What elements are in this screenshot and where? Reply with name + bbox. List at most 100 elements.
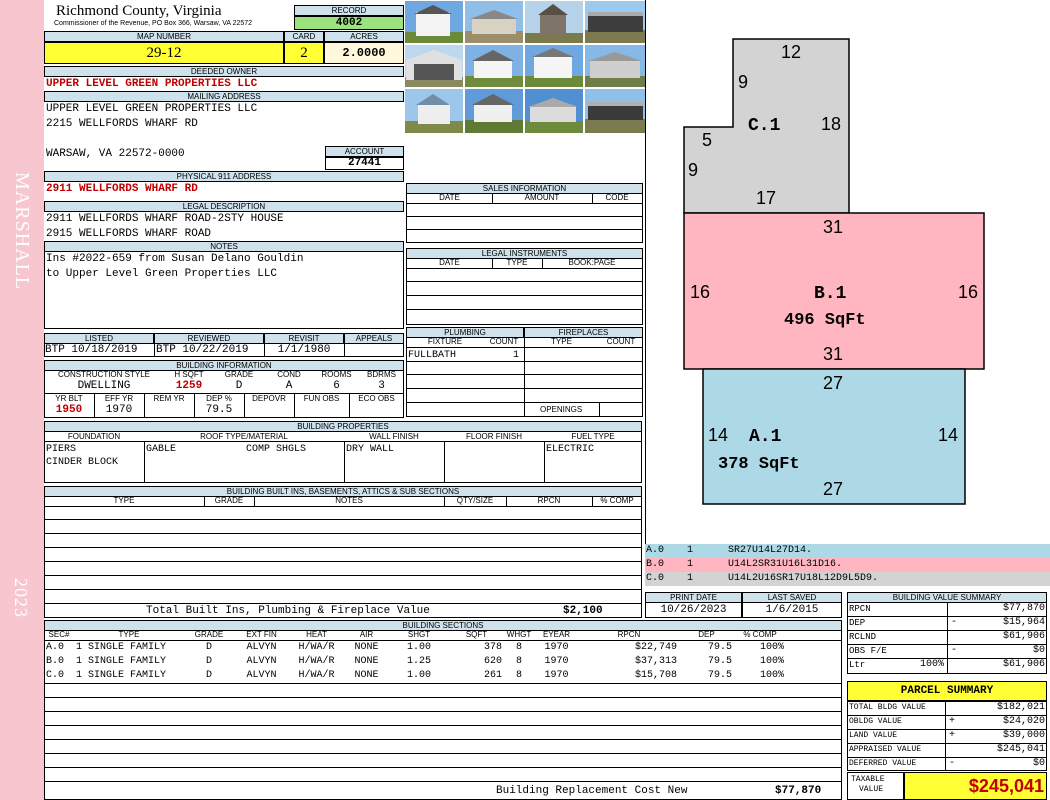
section-cell-heat: H/WA/R (298, 670, 335, 681)
account-label: ACCOUNT (325, 146, 404, 157)
openings-label: OPENINGS (540, 405, 583, 414)
cond-label: COND (277, 370, 301, 379)
wall-label: WALL FINISH (369, 432, 419, 441)
photo-6 (465, 45, 523, 87)
vector-code: U14L2SR31U16L31D16. (728, 559, 843, 570)
section-col-header: RPCN (617, 630, 641, 639)
section-col-header: GRADE (194, 630, 224, 639)
section-col-header: SEC# (48, 630, 70, 639)
fuel-label: FUEL TYPE (571, 432, 615, 441)
cond-value: A (285, 380, 293, 392)
section-cell-rpcn: $15,708 (634, 670, 677, 681)
section-col-header: SHGT (407, 630, 431, 639)
map-number: 29-12 (44, 42, 284, 64)
bvs-ltr: $61,906 (1002, 659, 1045, 670)
deeded-owner: UPPER LEVEL GREEN PROPERTIES LLC (46, 78, 258, 90)
construction-style: DWELLING (77, 380, 131, 392)
roof-material: COMP SHGLS (246, 444, 307, 455)
last-saved: 1/6/2015 (742, 602, 842, 618)
acres-label: ACRES (324, 31, 404, 42)
sections-header: SEC# TYPE GRADE EXT FIN HEAT AIR SHGT SQFT WHGT E… (44, 630, 842, 640)
sidebar: MARSHALL 2023 (0, 0, 44, 800)
sales-col-code: CODE (605, 193, 629, 202)
sales-col-amount: AMOUNT (524, 193, 560, 202)
c-step-dim: 9 (738, 72, 748, 92)
ecoobs-label: ECO OBS (358, 394, 395, 403)
section-cell-rpcn: $22,749 (634, 642, 677, 653)
legal-line-1: 2911 WELLFORDS WHARF ROAD-2STY HOUSE (46, 213, 284, 225)
land-label: LAND VALUE (849, 731, 898, 740)
section-cell-dep: 79.5 (707, 642, 732, 653)
notes-line-1: Ins #2022-659 from Susan Delano Gouldin (46, 253, 304, 265)
photo-9 (405, 89, 463, 133)
taxable-value: $245,041 (904, 772, 1047, 800)
land-value: $39,000 (1002, 730, 1045, 741)
section-col-header: DEP (698, 630, 715, 639)
fixture-label: FIXTURE (427, 337, 463, 346)
b-label: B.1 (814, 284, 847, 304)
bvs-ltr-pct: 100% (919, 659, 944, 670)
table-row: B.0 1 SINGLE FAMILY D ALVYN H/WA/R NONE 1.25 62… (44, 655, 842, 669)
bvs-dep-sign: - (951, 617, 958, 628)
section-cell-heat: H/WA/R (298, 642, 335, 653)
section-cell-grade: D (205, 670, 212, 681)
heated-sqft: 1259 (175, 380, 203, 392)
b-left-dim: 16 (690, 282, 710, 302)
notes-line-2: to Upper Level Green Properties LLC (46, 268, 278, 280)
builtins-total-value: $2,100 (563, 605, 603, 617)
bdrms-label: BDRMS (367, 370, 396, 379)
district-label: MARSHALL (11, 172, 33, 291)
legal-label: LEGAL DESCRIPTION (44, 201, 404, 212)
b-top-dim: 31 (823, 217, 843, 237)
section-cell-heat: H/WA/R (298, 656, 335, 667)
section-cell-eyear: 1970 (544, 642, 569, 653)
commissioner-address: Commissioner of the Revenue, PO Box 366,… (54, 20, 253, 27)
bvs-rpcn: $77,870 (1002, 603, 1045, 614)
bvs-obs: $0 (1032, 645, 1045, 656)
b-right-dim: 16 (958, 282, 978, 302)
vector-sec: A.0 (646, 545, 665, 556)
section-col-header: WHGT (506, 630, 532, 639)
bvs-rclnd: $61,906 (1002, 631, 1045, 642)
depovr-label: DEPOVR (252, 394, 286, 403)
plumb-count-label: COUNT (489, 337, 519, 346)
card-number: 2 (284, 42, 324, 64)
instr-col-date: DATE (439, 258, 460, 267)
photo-7 (525, 45, 583, 87)
vector-row-a: A.0 1 SR27U14L27D14. (645, 544, 1050, 558)
taxable-label-1: TAXABLE (851, 775, 885, 784)
account-number: 27441 (325, 157, 404, 170)
card-label: CARD (284, 31, 324, 42)
section-cell-whgt: 8 (515, 670, 522, 681)
listed-value: BTP 10/18/2019 (45, 344, 138, 356)
yrblt-label: YR BLT (55, 394, 83, 403)
mailing-line-1: UPPER LEVEL GREEN PROPERTIES LLC (46, 103, 258, 115)
section-cell-type: 1 SINGLE FAMILY (76, 656, 167, 667)
map-number-label: MAP NUMBER (44, 31, 284, 42)
section-col-header: SQFT (465, 630, 488, 639)
mailing-line-3: WARSAW, VA 22572-0000 (46, 148, 185, 160)
funobs-label: FUN OBS (303, 394, 340, 403)
section-cell-shgt: 1.00 (406, 642, 431, 653)
section-cell-grade: D (205, 642, 212, 653)
land-sign: + (949, 730, 956, 741)
photo-8 (585, 45, 645, 87)
a-right-dim: 14 (938, 425, 958, 445)
dep-percent: 79.5 (205, 404, 233, 416)
photo-12 (585, 89, 645, 133)
section-cell-sec: A.0 (46, 642, 65, 653)
photo-2 (465, 1, 523, 43)
bi-col-qty: QTY/SIZE (456, 496, 494, 505)
vector-n: 1 (687, 559, 694, 570)
brcn-value: $77,870 (775, 785, 822, 797)
total-bldg-label: TOTAL BLDG VALUE (849, 703, 926, 712)
fp-count-label: COUNT (606, 337, 636, 346)
rooms-value: 6 (333, 380, 340, 392)
foundation-label: FOUNDATION (67, 432, 121, 441)
section-cell-dep: 79.5 (707, 656, 732, 667)
vector-row-c: C.0 1 U14L2U16SR17U18L12D9L5D9. (645, 572, 1050, 586)
section-cell-sec: C.0 (46, 670, 65, 681)
section-cell-shgt: 1.00 (406, 670, 431, 681)
obldg-value: $24,020 (1002, 716, 1045, 727)
table-row: A.0 1 SINGLE FAMILY D ALVYN H/WA/R NONE 1.00 37… (44, 641, 842, 655)
